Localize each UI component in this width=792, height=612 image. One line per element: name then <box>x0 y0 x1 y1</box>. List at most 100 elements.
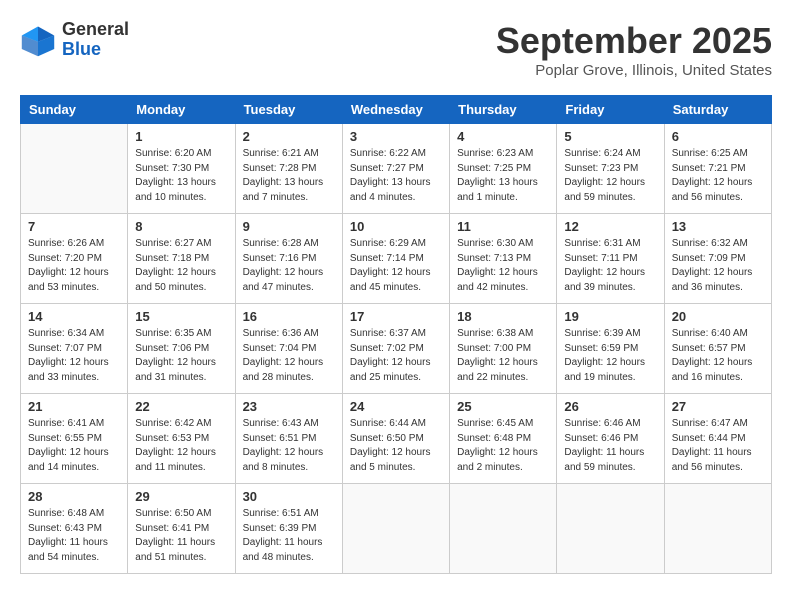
logo-text: General Blue <box>62 20 129 60</box>
calendar-cell: 25 Sunrise: 6:45 AM Sunset: 6:48 PM Dayli… <box>450 394 557 484</box>
calendar-cell: 11Sunrise: 6:30 AM Sunset: 7:13 PM Dayli… <box>450 214 557 304</box>
calendar-cell: 16Sunrise: 6:36 AM Sunset: 7:04 PM Dayli… <box>235 304 342 394</box>
day-number: 25 <box>457 399 549 414</box>
calendar-cell: 30 Sunrise: 6:51 AM Sunset: 6:39 PM Dayli… <box>235 484 342 574</box>
calendar-cell: 19 Sunrise: 6:39 AM Sunset: 6:59 PM Dayli… <box>557 304 664 394</box>
cell-content: Sunrise: 6:51 AM Sunset: 6:39 PM Dayligh… <box>243 507 335 565</box>
cell-content: Sunrise: 6:45 AM Sunset: 6:48 PM Dayligh… <box>457 417 549 475</box>
cell-content: Sunrise: 6:31 AM Sunset: 7:11 PM Dayligh… <box>564 237 656 295</box>
cell-content: Sunrise: 6:44 AM Sunset: 6:50 PM Dayligh… <box>350 417 442 475</box>
calendar-cell: 6 Sunrise: 6:25 AM Sunset: 7:21 PM Daylig… <box>664 124 771 214</box>
day-header-thursday: Thursday <box>450 96 557 124</box>
calendar-cell: 13 Sunrise: 6:32 AM Sunset: 7:09 PM Dayli… <box>664 214 771 304</box>
calendar-cell: 23 Sunrise: 6:43 AM Sunset: 6:51 PM Dayli… <box>235 394 342 484</box>
cell-content: Sunrise: 6:42 AM Sunset: 6:53 PM Dayligh… <box>135 417 227 475</box>
cell-content: Sunrise: 6:32 AM Sunset: 7:09 PM Dayligh… <box>672 237 764 295</box>
day-header-monday: Monday <box>128 96 235 124</box>
cell-content: Sunrise: 6:47 AM Sunset: 6:44 PM Dayligh… <box>672 417 764 475</box>
day-number: 7 <box>28 219 120 234</box>
day-number: 21 <box>28 399 120 414</box>
day-number: 19 <box>564 309 656 324</box>
day-header-saturday: Saturday <box>664 96 771 124</box>
calendar-cell: 9 Sunrise: 6:28 AM Sunset: 7:16 PM Daylig… <box>235 214 342 304</box>
location-subtitle: Poplar Grove, Illinois, United States <box>496 62 772 79</box>
logo-icon <box>20 22 56 58</box>
calendar-cell <box>342 484 449 574</box>
day-number: 3 <box>350 129 442 144</box>
day-number: 5 <box>564 129 656 144</box>
day-number: 28 <box>28 489 120 504</box>
calendar-cell: 1 Sunrise: 6:20 AM Sunset: 7:30 PM Daylig… <box>128 124 235 214</box>
calendar-body: 1 Sunrise: 6:20 AM Sunset: 7:30 PM Daylig… <box>21 124 772 574</box>
day-number: 2 <box>243 129 335 144</box>
calendar-table: SundayMondayTuesdayWednesdayThursdayFrid… <box>20 95 772 574</box>
day-number: 9 <box>243 219 335 234</box>
cell-content: Sunrise: 6:39 AM Sunset: 6:59 PM Dayligh… <box>564 327 656 385</box>
calendar-cell <box>664 484 771 574</box>
week-row-4: 21Sunrise: 6:41 AM Sunset: 6:55 PM Dayli… <box>21 394 772 484</box>
day-number: 15 <box>135 309 227 324</box>
cell-content: Sunrise: 6:40 AM Sunset: 6:57 PM Dayligh… <box>672 327 764 385</box>
day-number: 6 <box>672 129 764 144</box>
day-number: 10 <box>350 219 442 234</box>
day-header-wednesday: Wednesday <box>342 96 449 124</box>
cell-content: Sunrise: 6:28 AM Sunset: 7:16 PM Dayligh… <box>243 237 335 295</box>
calendar-cell: 26 Sunrise: 6:46 AM Sunset: 6:46 PM Dayli… <box>557 394 664 484</box>
calendar-cell: 7 Sunrise: 6:26 AM Sunset: 7:20 PM Daylig… <box>21 214 128 304</box>
day-header-friday: Friday <box>557 96 664 124</box>
calendar-cell: 15 Sunrise: 6:35 AM Sunset: 7:06 PM Dayli… <box>128 304 235 394</box>
day-number: 14 <box>28 309 120 324</box>
logo: General Blue <box>20 20 129 60</box>
cell-content: Sunrise: 6:20 AM Sunset: 7:30 PM Dayligh… <box>135 147 227 205</box>
week-row-3: 14 Sunrise: 6:34 AM Sunset: 7:07 PM Dayli… <box>21 304 772 394</box>
cell-content: Sunrise: 6:26 AM Sunset: 7:20 PM Dayligh… <box>28 237 120 295</box>
day-number: 26 <box>564 399 656 414</box>
cell-content: Sunrise: 6:27 AM Sunset: 7:18 PM Dayligh… <box>135 237 227 295</box>
cell-content: Sunrise: 6:24 AM Sunset: 7:23 PM Dayligh… <box>564 147 656 205</box>
calendar-cell: 3 Sunrise: 6:22 AM Sunset: 7:27 PM Daylig… <box>342 124 449 214</box>
day-number: 22 <box>135 399 227 414</box>
calendar-cell: 2 Sunrise: 6:21 AM Sunset: 7:28 PM Daylig… <box>235 124 342 214</box>
month-title: September 2025 <box>496 20 772 62</box>
cell-content: Sunrise: 6:22 AM Sunset: 7:27 PM Dayligh… <box>350 147 442 205</box>
calendar-cell: 28 Sunrise: 6:48 AM Sunset: 6:43 PM Dayli… <box>21 484 128 574</box>
cell-content: Sunrise: 6:36 AM Sunset: 7:04 PM Dayligh… <box>243 327 335 385</box>
calendar-cell <box>21 124 128 214</box>
cell-content: Sunrise: 6:46 AM Sunset: 6:46 PM Dayligh… <box>564 417 656 475</box>
cell-content: Sunrise: 6:23 AM Sunset: 7:25 PM Dayligh… <box>457 147 549 205</box>
day-header-tuesday: Tuesday <box>235 96 342 124</box>
header-row: SundayMondayTuesdayWednesdayThursdayFrid… <box>21 96 772 124</box>
week-row-1: 1 Sunrise: 6:20 AM Sunset: 7:30 PM Daylig… <box>21 124 772 214</box>
cell-content: Sunrise: 6:21 AM Sunset: 7:28 PM Dayligh… <box>243 147 335 205</box>
day-number: 29 <box>135 489 227 504</box>
week-row-5: 28 Sunrise: 6:48 AM Sunset: 6:43 PM Dayli… <box>21 484 772 574</box>
cell-content: Sunrise: 6:48 AM Sunset: 6:43 PM Dayligh… <box>28 507 120 565</box>
week-row-2: 7 Sunrise: 6:26 AM Sunset: 7:20 PM Daylig… <box>21 214 772 304</box>
day-number: 23 <box>243 399 335 414</box>
day-number: 12 <box>564 219 656 234</box>
cell-content: Sunrise: 6:50 AM Sunset: 6:41 PM Dayligh… <box>135 507 227 565</box>
day-number: 30 <box>243 489 335 504</box>
calendar-cell: 20 Sunrise: 6:40 AM Sunset: 6:57 PM Dayli… <box>664 304 771 394</box>
page-header: General Blue September 2025 Poplar Grove… <box>20 20 772 79</box>
calendar-cell: 17Sunrise: 6:37 AM Sunset: 7:02 PM Dayli… <box>342 304 449 394</box>
calendar-cell: 27 Sunrise: 6:47 AM Sunset: 6:44 PM Dayli… <box>664 394 771 484</box>
day-number: 27 <box>672 399 764 414</box>
cell-content: Sunrise: 6:35 AM Sunset: 7:06 PM Dayligh… <box>135 327 227 385</box>
cell-content: Sunrise: 6:34 AM Sunset: 7:07 PM Dayligh… <box>28 327 120 385</box>
calendar-cell: 18Sunrise: 6:38 AM Sunset: 7:00 PM Dayli… <box>450 304 557 394</box>
calendar-cell: 24 Sunrise: 6:44 AM Sunset: 6:50 PM Dayli… <box>342 394 449 484</box>
day-number: 20 <box>672 309 764 324</box>
cell-content: Sunrise: 6:29 AM Sunset: 7:14 PM Dayligh… <box>350 237 442 295</box>
day-number: 24 <box>350 399 442 414</box>
calendar-cell <box>450 484 557 574</box>
cell-content: Sunrise: 6:25 AM Sunset: 7:21 PM Dayligh… <box>672 147 764 205</box>
day-number: 1 <box>135 129 227 144</box>
day-number: 13 <box>672 219 764 234</box>
calendar-cell: 8Sunrise: 6:27 AM Sunset: 7:18 PM Daylig… <box>128 214 235 304</box>
calendar-cell: 4Sunrise: 6:23 AM Sunset: 7:25 PM Daylig… <box>450 124 557 214</box>
cell-content: Sunrise: 6:43 AM Sunset: 6:51 PM Dayligh… <box>243 417 335 475</box>
day-number: 17 <box>350 309 442 324</box>
day-number: 11 <box>457 219 549 234</box>
calendar-cell: 10 Sunrise: 6:29 AM Sunset: 7:14 PM Dayli… <box>342 214 449 304</box>
